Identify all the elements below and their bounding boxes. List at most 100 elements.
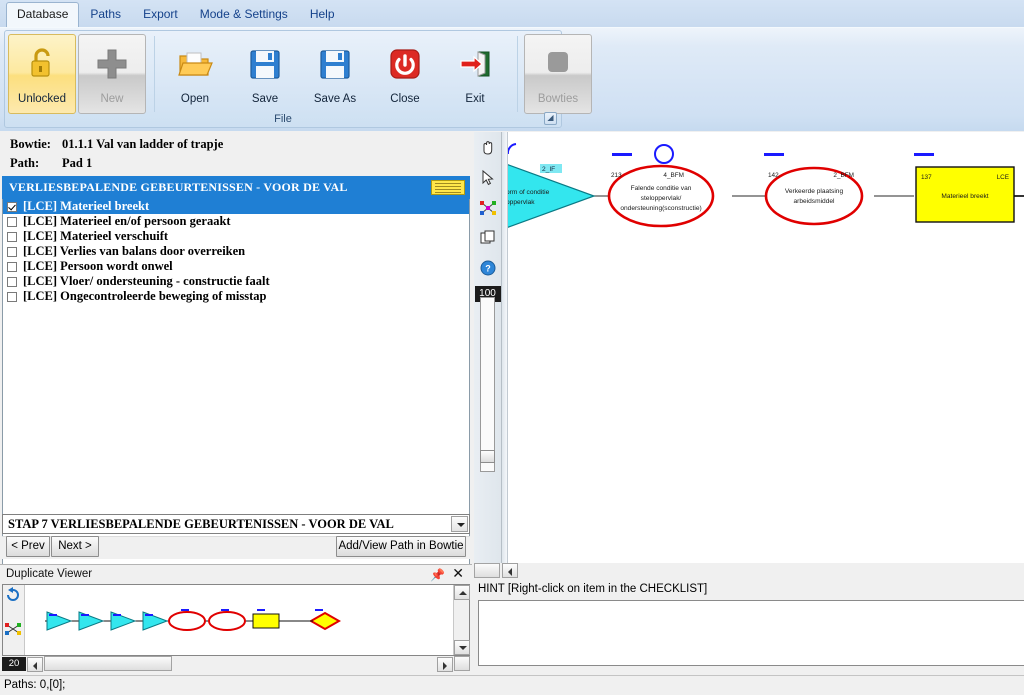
duplicate-viewer-hscrollbar[interactable]: 20: [2, 656, 470, 673]
scroll-down-icon[interactable]: [454, 640, 470, 655]
ribbon-button-label: Unlocked: [18, 93, 66, 105]
prev-button[interactable]: < Prev: [6, 536, 50, 557]
diagram-node-ellipse-1[interactable]: 213 4_BFM Falende conditie van stelopper…: [607, 144, 715, 228]
chevron-down-icon[interactable]: [451, 516, 468, 532]
marker-dash-icon: [764, 153, 784, 156]
ribbon-button-unlocked[interactable]: Unlocked: [8, 34, 76, 114]
checklist-item-checkbox[interactable]: [7, 201, 17, 212]
scroll-up-icon[interactable]: [454, 585, 470, 600]
floppy-disk-icon: [245, 44, 285, 84]
copy-layers-icon[interactable]: [475, 224, 501, 252]
pin-icon[interactable]: 📌: [430, 568, 445, 582]
ribbon-button-save-as[interactable]: Save As: [301, 34, 369, 114]
menu-tab-help[interactable]: Help: [299, 2, 346, 27]
open-padlock-icon: [22, 44, 62, 84]
bowties-icon: [538, 44, 578, 84]
diagram-hscrollbar[interactable]: [474, 563, 1024, 579]
diagram-hscroll-thumb[interactable]: [474, 563, 500, 578]
ribbon-button-row: Unlocked New Open Save Save As Close Exit Bowti…: [8, 34, 594, 114]
close-icon[interactable]: ✕: [452, 566, 464, 580]
menu-bar: Database Paths Export Mode & Settings Help: [0, 0, 1024, 28]
ribbon-dialog-launcher-icon[interactable]: ◢: [544, 112, 557, 125]
step-combo-box[interactable]: STAP 7 VERLIESBEPALENDE GEBEURTENISSEN -…: [2, 514, 470, 534]
checklist-item-checkbox[interactable]: [7, 246, 17, 257]
power-button-icon: [385, 44, 425, 84]
scroll-right-icon[interactable]: [437, 657, 453, 672]
checklist-item-checkbox[interactable]: [7, 291, 17, 302]
checklist-item[interactable]: [LCE] Materieel en/of persoon geraakt: [3, 214, 469, 229]
ribbon-button-close[interactable]: Close: [371, 34, 439, 114]
hscroll-thumb[interactable]: [44, 656, 172, 671]
ribbon-button-new: New: [78, 34, 146, 114]
hint-panel: HINT [Right-click on item in the CHECKLI…: [474, 580, 1024, 675]
help-icon[interactable]: ?: [475, 254, 501, 282]
ribbon-button-label: Bowties: [537, 93, 579, 105]
duplicate-viewer-title: Duplicate Viewer: [6, 568, 93, 580]
duplicate-viewer-vscrollbar[interactable]: [453, 585, 470, 655]
checklist-item[interactable]: [LCE] Verlies van balans door overreiken: [3, 244, 469, 259]
checklist-item-label: [LCE] Materieel breekt: [23, 199, 150, 213]
checklist-item-label: [LCE] Verlies van balans door overreiken: [23, 244, 246, 258]
triangle-id: 2_IF: [542, 166, 555, 173]
box-id-right: LCE: [997, 174, 1009, 181]
next-button[interactable]: Next >: [51, 536, 99, 557]
duplicate-viewer-canvas[interactable]: [2, 584, 470, 656]
step-combo-value: STAP 7 VERLIESBEPALENDE GEBEURTENISSEN -…: [8, 517, 394, 531]
checklist-item[interactable]: [LCE] Materieel verschuift: [3, 229, 469, 244]
diagram-canvas[interactable]: 2_IF orm of conditie oppervlak 213 4_BFM…: [502, 132, 1024, 563]
ellipse-1-id-right: 4_BFM: [663, 172, 684, 179]
checklist-item-label: [LCE] Ongecontroleerde beweging of misst…: [23, 289, 267, 303]
checklist-item-checkbox[interactable]: [7, 216, 17, 227]
ellipse-1-line-2: steloppervlak/: [641, 195, 682, 202]
hscroll-corner: [454, 656, 470, 671]
diagram-icon: [5, 623, 21, 635]
ribbon-group-file: Unlocked New Open Save Save As Close Exit Bowti…: [4, 30, 592, 128]
ribbon-button-open[interactable]: Open: [161, 34, 229, 114]
ribbon-separator: [517, 36, 518, 112]
diagram-node-ellipse-2[interactable]: 142 2_BFM Verkeerde plaatsing arbeidsmid…: [764, 153, 864, 226]
duplicate-viewer-sidebar: [3, 585, 25, 655]
checklist-item[interactable]: [LCE] Persoon wordt onwel: [3, 259, 469, 274]
checklist-item-checkbox[interactable]: [7, 231, 17, 242]
checklist-item[interactable]: [LCE] Vloer/ ondersteuning - constructie…: [3, 274, 469, 289]
bowtie-value: 01.1.1 Val van ladder of trapje: [62, 137, 224, 151]
menu-tab-mode-settings[interactable]: Mode & Settings: [189, 2, 299, 27]
menu-tab-paths[interactable]: Paths: [79, 2, 132, 27]
bowtie-diagram[interactable]: 2_IF orm of conditie oppervlak 213 4_BFM…: [502, 132, 1024, 563]
menu-tab-database[interactable]: Database: [6, 2, 80, 28]
checklist-item[interactable]: [LCE] Ongecontroleerde beweging of misst…: [3, 289, 469, 304]
ribbon-button-label: Close: [390, 93, 420, 105]
checklist-item-checkbox[interactable]: [7, 261, 17, 272]
left-panel: Bowtie: 01.1.1 Val van ladder of trapje …: [0, 131, 472, 577]
ribbon-button-bowties: Bowties: [524, 34, 592, 114]
ribbon-button-label: New: [100, 93, 124, 105]
zoom-slider-knob[interactable]: [480, 450, 495, 463]
exit-door-arrow-icon: [455, 44, 495, 84]
diagram-nodes-icon[interactable]: [475, 194, 501, 222]
ribbon-button-save[interactable]: Save: [231, 34, 299, 114]
triangle-text-2: oppervlak: [506, 199, 535, 206]
checklist-item[interactable]: [LCE] Materieel breekt: [3, 199, 469, 214]
canvas-left-edge: [502, 132, 508, 563]
ribbon-button-label: Open: [180, 93, 210, 105]
hint-textbox[interactable]: [478, 600, 1024, 666]
ribbon-group-label: File: [274, 113, 292, 125]
duplicate-viewer-zoom-level: 20: [2, 657, 26, 671]
ellipse-2-id-left: 142: [768, 172, 779, 179]
arrow-select-icon[interactable]: [475, 164, 501, 192]
diagram-node-box[interactable]: 137 LCE Materieel breekt: [914, 153, 1015, 223]
add-view-path-button[interactable]: Add/View Path in Bowtie: [336, 536, 466, 557]
checklist-item-checkbox[interactable]: [7, 276, 17, 287]
duplicate-viewer-minimap[interactable]: [25, 585, 455, 653]
duplicate-viewer-sidebar-icons: [5, 587, 21, 635]
ribbon-button-exit[interactable]: Exit: [441, 34, 509, 114]
diagram-scroll-left-icon[interactable]: [502, 563, 518, 578]
legend-note-icon[interactable]: [431, 180, 465, 195]
diagram-node-triangle[interactable]: 2_IF orm of conditie oppervlak: [505, 143, 596, 229]
scroll-left-icon[interactable]: [27, 657, 43, 672]
menu-tab-export[interactable]: Export: [132, 2, 189, 27]
checklist-item-label: [LCE] Persoon wordt onwel: [23, 259, 173, 273]
hand-pan-icon[interactable]: [475, 134, 501, 162]
diagram-zoom-slider[interactable]: [480, 297, 495, 472]
plus-icon: [92, 44, 132, 84]
